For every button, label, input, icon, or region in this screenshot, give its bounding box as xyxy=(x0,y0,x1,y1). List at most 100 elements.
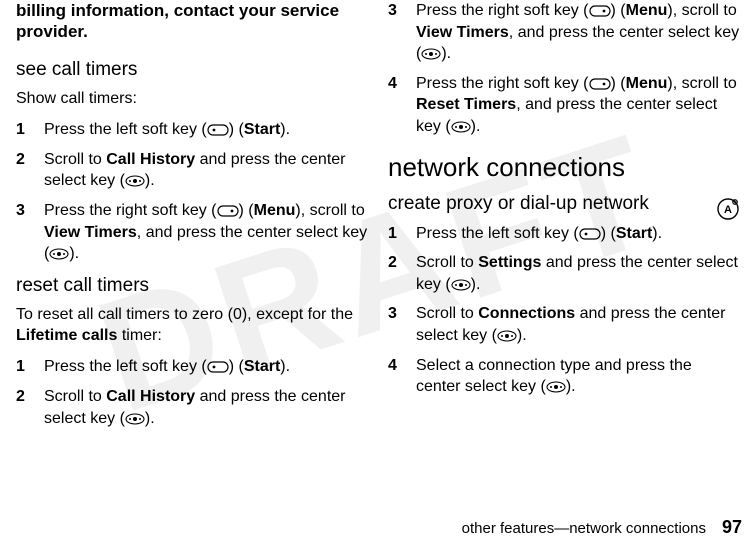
step-number: 4 xyxy=(388,355,416,398)
step-number: 3 xyxy=(388,0,416,65)
center-select-key-icon xyxy=(497,330,517,342)
step-number: 4 xyxy=(388,73,416,138)
text: ). xyxy=(280,121,290,138)
bold-label: Call History xyxy=(106,388,195,405)
text: Press the right soft key ( xyxy=(44,202,217,219)
step-number: 2 xyxy=(16,149,44,192)
text: ). xyxy=(471,118,481,135)
right-soft-key-icon xyxy=(589,78,611,90)
step-text: Press the left soft key ( ) (Start). xyxy=(44,356,368,378)
bold-label: Reset Timers xyxy=(416,96,516,113)
step-number: 3 xyxy=(16,200,44,265)
text: ) ( xyxy=(601,225,616,242)
left-column: billing information, contact your servic… xyxy=(6,0,378,505)
body-show-timers: Show call timers: xyxy=(16,89,368,110)
step-text: Scroll to Call History and press the cen… xyxy=(44,386,368,429)
intro-text: billing information, contact your servic… xyxy=(16,0,368,43)
text: ). xyxy=(652,225,662,242)
heading-network-connections: network connections xyxy=(388,152,740,183)
bold-label: Settings xyxy=(478,254,541,271)
svg-text:A: A xyxy=(724,204,732,216)
text: Press the left soft key ( xyxy=(44,121,207,138)
body-reset-timers: To reset all call timers to zero (0), ex… xyxy=(16,305,368,347)
text: ). xyxy=(280,358,290,375)
page-footer: other features—network connections 97 xyxy=(462,517,742,538)
list-item: 4 Select a connection type and press the… xyxy=(388,355,740,398)
text: ), scroll to xyxy=(667,2,736,19)
step-text: Press the right soft key ( ) (Menu), scro… xyxy=(416,0,740,65)
bold-label: View Timers xyxy=(416,24,509,41)
step-number: 1 xyxy=(16,119,44,141)
list-item: 2 Scroll to Call History and press the c… xyxy=(16,386,368,429)
text: Scroll to xyxy=(44,388,106,405)
text: ) ( xyxy=(229,121,244,138)
text: ). xyxy=(517,327,527,344)
step-number: 1 xyxy=(16,356,44,378)
center-select-key-icon xyxy=(546,381,566,393)
step-number: 3 xyxy=(388,303,416,346)
text: Press the left soft key ( xyxy=(44,358,207,375)
key-label: Start xyxy=(244,121,280,138)
center-select-key-icon xyxy=(125,413,145,425)
feature-icon: A xyxy=(716,197,740,221)
text: Press the left soft key ( xyxy=(416,225,579,242)
list-item: 2 Scroll to Call History and press the c… xyxy=(16,149,368,192)
text: ). xyxy=(69,245,79,262)
left-soft-key-icon xyxy=(579,228,601,240)
heading-proxy-dialup: create proxy or dial-up network xyxy=(388,193,740,215)
list-item: 4 Press the right soft key () (Menu), sc… xyxy=(388,73,740,138)
text: ). xyxy=(145,172,155,189)
key-label: Menu xyxy=(254,202,296,219)
key-label: Start xyxy=(616,225,652,242)
text: To reset all call timers to zero (0), ex… xyxy=(16,306,353,323)
list-item: 3 Scroll to Connections and press the ce… xyxy=(388,303,740,346)
text: Press the right soft key ( xyxy=(416,2,589,19)
key-label: Start xyxy=(244,358,280,375)
right-soft-key-icon xyxy=(217,205,239,217)
heading-reset-call-timers: reset call timers xyxy=(16,275,368,297)
step-text: Press the left soft key ( ) (Start). xyxy=(44,119,368,141)
bold-label: Lifetime calls xyxy=(16,327,117,344)
step-text: Press the right soft key () (Menu), scro… xyxy=(416,73,740,138)
left-soft-key-icon xyxy=(207,124,229,136)
list-item: 3 Press the right soft key ( ) (Menu), sc… xyxy=(388,0,740,65)
heading-see-call-timers: see call timers xyxy=(16,59,368,81)
list-item: 3 Press the right soft key () (Menu), sc… xyxy=(16,200,368,265)
step-number: 1 xyxy=(388,223,416,245)
text: ). xyxy=(145,410,155,427)
bold-label: View Timers xyxy=(44,224,137,241)
text: ). xyxy=(441,45,451,62)
page-number: 97 xyxy=(722,517,742,538)
center-select-key-icon xyxy=(421,48,441,60)
list-item: 2 Scroll to Settings and press the cente… xyxy=(388,252,740,295)
left-soft-key-icon xyxy=(207,361,229,373)
step-text: Select a connection type and press the c… xyxy=(416,355,740,398)
text: ). xyxy=(471,276,481,293)
center-select-key-icon xyxy=(451,279,471,291)
list-item: 1 Press the left soft key ( ) (Start). xyxy=(16,119,368,141)
list-item: 1 Press the left soft key ( ) (Start). xyxy=(388,223,740,245)
text: ) ( xyxy=(611,2,626,19)
text: Press the right soft key ( xyxy=(416,75,589,92)
text: ), scroll to xyxy=(667,75,736,92)
step-number: 2 xyxy=(16,386,44,429)
key-label: Menu xyxy=(626,2,668,19)
center-select-key-icon xyxy=(451,121,471,133)
list-item: 1 Press the left soft key ( ) (Start). xyxy=(16,356,368,378)
step-text: Scroll to Call History and press the cen… xyxy=(44,149,368,192)
text: ) ( xyxy=(611,75,626,92)
step-text: Press the right soft key () (Menu), scro… xyxy=(44,200,368,265)
text: ) ( xyxy=(229,358,244,375)
step-text: Scroll to Settings and press the center … xyxy=(416,252,740,295)
page-content: billing information, contact your servic… xyxy=(0,0,756,505)
bold-label: Connections xyxy=(478,305,575,322)
text: Scroll to xyxy=(416,305,478,322)
center-select-key-icon xyxy=(49,248,69,260)
text: ), scroll to xyxy=(295,202,364,219)
bold-label: Call History xyxy=(106,151,195,168)
step-text: Press the left soft key ( ) (Start). xyxy=(416,223,740,245)
right-soft-key-icon xyxy=(589,5,611,17)
step-text: Scroll to Connections and press the cent… xyxy=(416,303,740,346)
text: ). xyxy=(566,378,576,395)
text: timer: xyxy=(117,327,161,344)
